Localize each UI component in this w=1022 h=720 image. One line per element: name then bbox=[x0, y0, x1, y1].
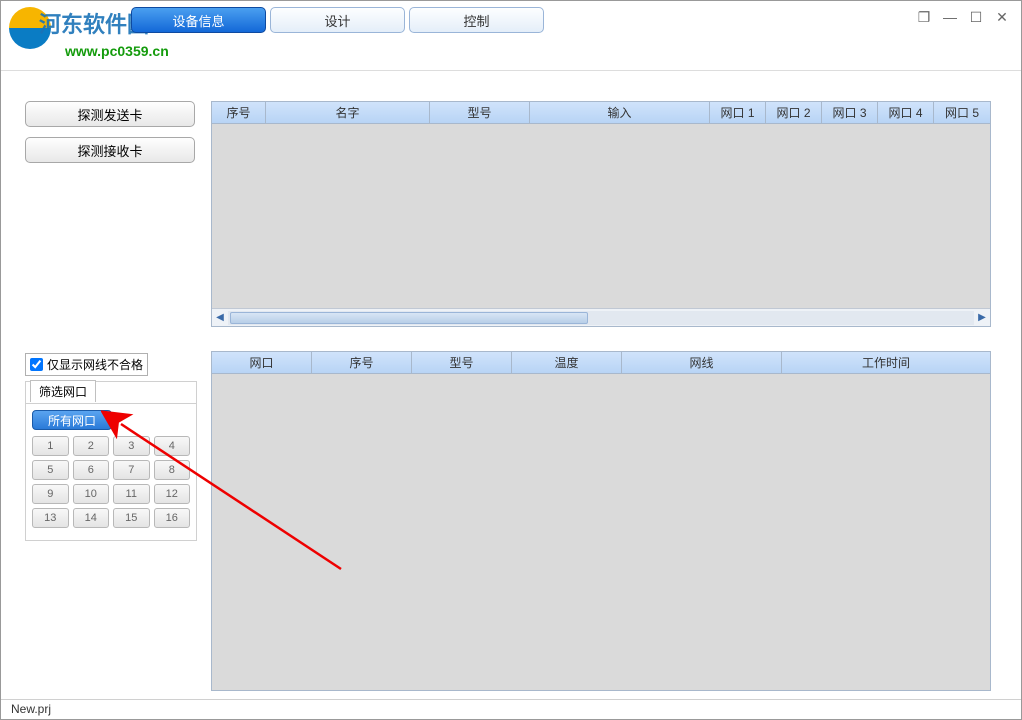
col2-index[interactable]: 序号 bbox=[312, 352, 412, 373]
close-icon[interactable]: ✕ bbox=[993, 9, 1011, 25]
col-input[interactable]: 输入 bbox=[530, 102, 710, 123]
col-port1[interactable]: 网口 1 bbox=[710, 102, 766, 123]
content-area: 探测发送卡 探测接收卡 序号 名字 型号 输入 网口 1 网口 2 网口 3 网… bbox=[1, 71, 1021, 699]
port-filter-inner: 所有网口 1 2 3 4 5 6 7 8 9 10 11 12 13 14 15… bbox=[26, 403, 196, 534]
show-bad-cable-label: 仅显示网线不合格 bbox=[47, 356, 143, 373]
main-tabs: 设备信息 设计 控制 bbox=[131, 7, 548, 33]
detect-send-button[interactable]: 探测发送卡 bbox=[25, 101, 195, 127]
scroll-right-icon[interactable]: ▶ bbox=[974, 310, 990, 326]
scroll-left-icon[interactable]: ◀ bbox=[212, 310, 228, 326]
col-port2[interactable]: 网口 2 bbox=[766, 102, 822, 123]
port-btn-7[interactable]: 7 bbox=[113, 460, 150, 480]
port-btn-11[interactable]: 11 bbox=[113, 484, 150, 504]
restore-icon[interactable]: ❐ bbox=[915, 9, 933, 25]
port-btn-14[interactable]: 14 bbox=[73, 508, 110, 528]
port-btn-13[interactable]: 13 bbox=[32, 508, 69, 528]
status-file: New.prj bbox=[11, 702, 51, 716]
send-card-table-header: 序号 名字 型号 输入 网口 1 网口 2 网口 3 网口 4 网口 5 bbox=[212, 102, 990, 124]
hscrollbar[interactable]: ◀ ▶ bbox=[212, 308, 990, 326]
col2-cable[interactable]: 网线 bbox=[622, 352, 782, 373]
recv-card-table-header: 网口 序号 型号 温度 网线 工作时间 bbox=[212, 352, 990, 374]
port-btn-3[interactable]: 3 bbox=[113, 436, 150, 456]
recv-card-table-body bbox=[212, 374, 990, 690]
tab-design[interactable]: 设计 bbox=[270, 7, 405, 33]
port-btn-4[interactable]: 4 bbox=[154, 436, 191, 456]
col2-model[interactable]: 型号 bbox=[412, 352, 512, 373]
port-btn-10[interactable]: 10 bbox=[73, 484, 110, 504]
window-controls: ❐ — ☐ ✕ bbox=[915, 9, 1011, 25]
col-port5[interactable]: 网口 5 bbox=[934, 102, 990, 123]
port-btn-16[interactable]: 16 bbox=[154, 508, 191, 528]
status-bar: New.prj bbox=[1, 699, 1021, 719]
port-btn-6[interactable]: 6 bbox=[73, 460, 110, 480]
port-btn-1[interactable]: 1 bbox=[32, 436, 69, 456]
port-btn-5[interactable]: 5 bbox=[32, 460, 69, 480]
all-ports-button[interactable]: 所有网口 bbox=[32, 410, 112, 430]
col-model[interactable]: 型号 bbox=[430, 102, 530, 123]
show-bad-cable-checkbox[interactable]: 仅显示网线不合格 bbox=[25, 353, 148, 376]
detect-recv-button[interactable]: 探测接收卡 bbox=[25, 137, 195, 163]
show-bad-cable-input[interactable] bbox=[30, 358, 43, 371]
port-btn-9[interactable]: 9 bbox=[32, 484, 69, 504]
scroll-track[interactable] bbox=[228, 311, 974, 325]
col2-port[interactable]: 网口 bbox=[212, 352, 312, 373]
tab-control[interactable]: 控制 bbox=[409, 7, 544, 33]
side-buttons: 探测发送卡 探测接收卡 bbox=[25, 101, 197, 173]
col-name[interactable]: 名字 bbox=[266, 102, 430, 123]
col-index[interactable]: 序号 bbox=[212, 102, 266, 123]
scroll-thumb[interactable] bbox=[230, 312, 588, 324]
col-port4[interactable]: 网口 4 bbox=[878, 102, 934, 123]
watermark-url: www.pc0359.cn bbox=[65, 43, 169, 59]
port-grid: 1 2 3 4 5 6 7 8 9 10 11 12 13 14 15 16 bbox=[32, 436, 190, 528]
tab-device-info[interactable]: 设备信息 bbox=[131, 7, 266, 33]
send-card-table-body bbox=[212, 124, 990, 308]
header: 河东软件园 www.pc0359.cn 设备信息 设计 控制 ❐ — ☐ ✕ bbox=[1, 1, 1021, 71]
port-btn-2[interactable]: 2 bbox=[73, 436, 110, 456]
col-port3[interactable]: 网口 3 bbox=[822, 102, 878, 123]
port-filter-panel: 筛选网口 所有网口 1 2 3 4 5 6 7 8 9 10 11 12 13 … bbox=[25, 381, 197, 541]
maximize-icon[interactable]: ☐ bbox=[967, 9, 985, 25]
port-btn-15[interactable]: 15 bbox=[113, 508, 150, 528]
col2-temp[interactable]: 温度 bbox=[512, 352, 622, 373]
recv-card-table: 网口 序号 型号 温度 网线 工作时间 bbox=[211, 351, 991, 691]
port-filter-tab[interactable]: 筛选网口 bbox=[30, 380, 96, 402]
port-btn-12[interactable]: 12 bbox=[154, 484, 191, 504]
minimize-icon[interactable]: — bbox=[941, 9, 959, 25]
col2-uptime[interactable]: 工作时间 bbox=[782, 352, 990, 373]
port-btn-8[interactable]: 8 bbox=[154, 460, 191, 480]
send-card-table: 序号 名字 型号 输入 网口 1 网口 2 网口 3 网口 4 网口 5 ◀ ▶ bbox=[211, 101, 991, 327]
